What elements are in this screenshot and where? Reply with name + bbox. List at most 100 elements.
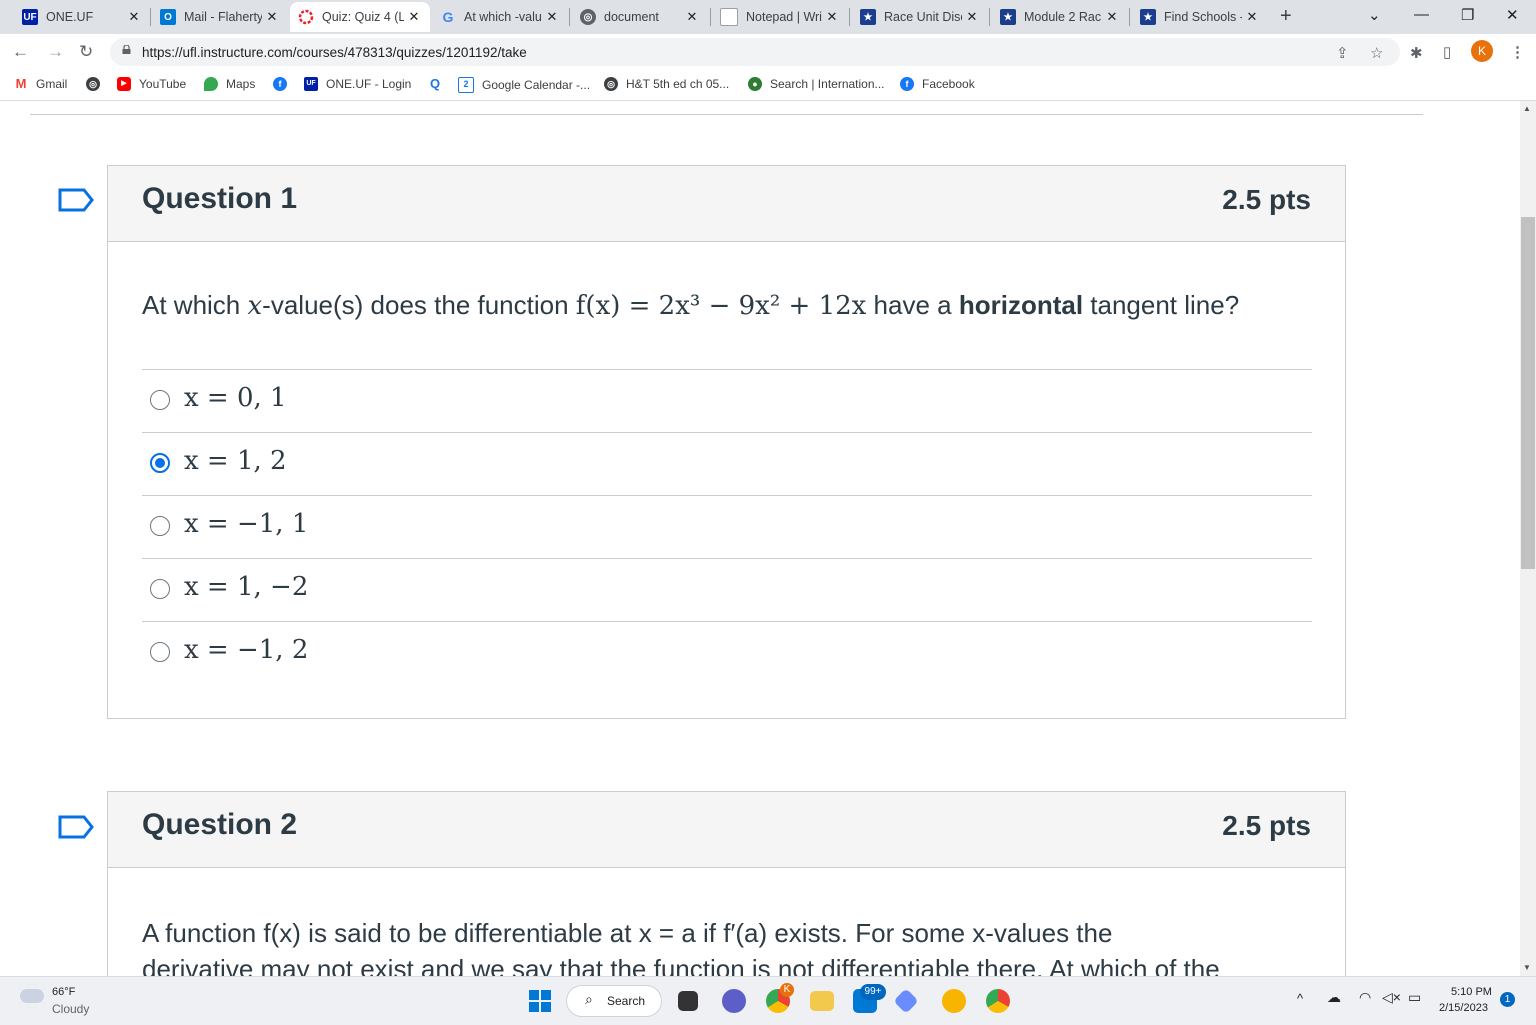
scroll-down-arrow-icon[interactable]: ▼ xyxy=(1523,963,1531,972)
file-explorer-icon[interactable] xyxy=(810,991,834,1011)
wifi-icon[interactable]: ◠ xyxy=(1359,989,1371,1006)
bookmark-q[interactable]: Q xyxy=(428,77,450,91)
question-2-card: Question 2 2.5 pts A function f(x) is sa… xyxy=(107,791,1346,976)
teams-chat-icon[interactable] xyxy=(722,989,746,1013)
close-icon[interactable]: ✕ xyxy=(542,9,562,25)
earth-icon: ● xyxy=(748,77,762,91)
tab-race-unit[interactable]: ★ Race Unit Disc ✕ xyxy=(852,2,988,32)
bookmark-globe[interactable]: ◎ xyxy=(86,77,108,91)
restore-button[interactable]: ❐ xyxy=(1461,6,1474,24)
close-icon[interactable]: ✕ xyxy=(1242,9,1262,25)
close-icon[interactable]: ✕ xyxy=(682,9,702,25)
copilot-icon[interactable] xyxy=(893,988,919,1014)
radio-button[interactable] xyxy=(150,579,170,599)
chrome-icon[interactable] xyxy=(986,989,1010,1013)
clock-date[interactable]: 2/15/2023 xyxy=(1439,1002,1488,1014)
back-arrow-icon[interactable]: ← xyxy=(12,42,29,62)
tab-document[interactable]: ◎ document ✕ xyxy=(572,2,708,32)
globe-icon: ◎ xyxy=(86,77,100,91)
share-icon[interactable]: ⇪ xyxy=(1336,44,1349,62)
answer-option[interactable]: x = −1, 1 xyxy=(142,495,1312,559)
tab-title: document xyxy=(604,10,659,24)
reload-icon[interactable]: ↻ xyxy=(79,42,93,62)
close-icon[interactable]: ✕ xyxy=(1102,9,1122,25)
side-panel-icon[interactable]: ▯ xyxy=(1443,43,1451,61)
radio-button-selected[interactable] xyxy=(150,453,170,473)
tab-quiz[interactable]: Quiz: Quiz 4 (L ✕ xyxy=(290,2,430,32)
question-points: 2.5 pts xyxy=(1222,184,1311,215)
answer-option-selected[interactable]: x = 1, 2 xyxy=(142,432,1312,496)
tab-find-schools[interactable]: ★ Find Schools - ✕ xyxy=(1132,2,1268,32)
search-icon: ⌕ xyxy=(585,991,593,1007)
address-bar[interactable]: https://ufl.instructure.com/courses/4783… xyxy=(110,38,1400,66)
bookmark-maps[interactable]: Maps xyxy=(204,77,255,91)
browser-toolbar: ← → ↻ https://ufl.instructure.com/course… xyxy=(0,34,1536,70)
question-text: A function f(x) is said to be differenti… xyxy=(142,918,1113,948)
bookmark-youtube[interactable]: ▶ YouTube xyxy=(117,77,186,91)
tab-notepad[interactable]: Notepad | Wri ✕ xyxy=(712,2,848,32)
youtube-icon: ▶ xyxy=(117,77,131,91)
taskbar-search[interactable]: ⌕ Search xyxy=(566,985,662,1017)
tab-title: Quiz: Quiz 4 (L xyxy=(322,10,404,24)
close-icon[interactable]: ✕ xyxy=(404,9,424,25)
profile-avatar[interactable]: K xyxy=(1471,40,1493,62)
outlook-icon: O xyxy=(160,9,176,25)
gmail-icon: M xyxy=(14,76,28,91)
globe-icon: ◎ xyxy=(604,77,618,91)
answer-option[interactable]: x = 1, −2 xyxy=(142,558,1312,622)
tab-title: Mail - Flaherty xyxy=(184,10,262,24)
close-icon[interactable]: ✕ xyxy=(962,9,982,25)
tab-oneuf[interactable]: UF ONE.UF ✕ xyxy=(14,2,150,32)
globe-icon: ◎ xyxy=(580,9,596,25)
new-tab-button[interactable]: + xyxy=(1280,5,1292,28)
close-icon[interactable]: ✕ xyxy=(124,9,144,25)
chevron-up-icon[interactable]: ^ xyxy=(1297,991,1303,1006)
cloud-icon xyxy=(20,989,44,1003)
bookmark-gmail[interactable]: M Gmail xyxy=(14,77,67,91)
battery-icon[interactable]: ▭ xyxy=(1408,989,1421,1006)
close-icon[interactable]: ✕ xyxy=(822,9,842,25)
notification-badge[interactable]: 1 xyxy=(1500,992,1515,1007)
forward-arrow-icon[interactable]: → xyxy=(47,42,64,62)
menu-kebab-icon[interactable]: ⋮ xyxy=(1510,43,1525,61)
minimize-button[interactable]: — xyxy=(1414,6,1429,23)
tab-google[interactable]: G At which -valu ✕ xyxy=(432,2,568,32)
answer-option[interactable]: x = 0, 1 xyxy=(142,369,1312,433)
close-window-button[interactable]: ✕ xyxy=(1506,6,1519,24)
facebook-icon: f xyxy=(900,77,914,91)
bookmark-search-international[interactable]: ● Search | Internation... xyxy=(748,77,885,91)
bookmark-star-icon[interactable]: ☆ xyxy=(1370,44,1383,62)
question-title: Question 2 xyxy=(142,808,298,841)
bookmark-facebook-2[interactable]: f Facebook xyxy=(900,77,975,91)
clock-time[interactable]: 5:10 PM xyxy=(1451,986,1492,998)
radio-button[interactable] xyxy=(150,642,170,662)
bookmark-ht[interactable]: ◎ H&T 5th ed ch 05... xyxy=(604,77,729,91)
weather-temp[interactable]: 66°F xyxy=(52,986,75,998)
task-view-icon[interactable] xyxy=(678,991,698,1011)
flag-question-icon[interactable] xyxy=(58,815,94,839)
onedrive-icon[interactable]: ☁ xyxy=(1327,989,1341,1006)
scroll-up-arrow-icon[interactable]: ▲ xyxy=(1523,104,1531,113)
answer-option[interactable]: x = −1, 2 xyxy=(142,621,1312,685)
volume-muted-icon[interactable]: ◁× xyxy=(1382,989,1401,1006)
bookmark-google-calendar[interactable]: 2 Google Calendar -... xyxy=(458,77,590,93)
radio-button[interactable] xyxy=(150,390,170,410)
scrollbar-thumb[interactable] xyxy=(1521,217,1535,569)
tab-module-2[interactable]: ★ Module 2 Rac ✕ xyxy=(992,2,1128,32)
norton-icon[interactable] xyxy=(942,989,966,1013)
tab-search-chevron-icon[interactable]: ⌄ xyxy=(1368,6,1381,24)
bookmark-oneuf-login[interactable]: UF ONE.UF - Login xyxy=(304,77,411,91)
close-icon[interactable]: ✕ xyxy=(262,9,282,25)
radio-button[interactable] xyxy=(150,516,170,536)
page-content: Question 1 2.5 pts At which x-value(s) d… xyxy=(0,101,1520,976)
tab-mail[interactable]: O Mail - Flaherty ✕ xyxy=(152,2,288,32)
bookmark-facebook[interactable]: f xyxy=(273,77,295,91)
windows-taskbar: 66°F Cloudy ⌕ Search K 99+ ^ ☁ ◠ ◁× ▭ 5:… xyxy=(0,976,1536,1025)
flag-question-icon[interactable] xyxy=(58,188,94,212)
windows-start-icon[interactable] xyxy=(528,989,552,1013)
extensions-icon[interactable]: ✱ xyxy=(1410,44,1423,62)
canvas-icon xyxy=(298,9,314,25)
uf-logo-icon: UF xyxy=(304,77,318,91)
weather-desc[interactable]: Cloudy xyxy=(52,1002,89,1016)
answer-label: x = −1, 2 xyxy=(184,635,309,665)
